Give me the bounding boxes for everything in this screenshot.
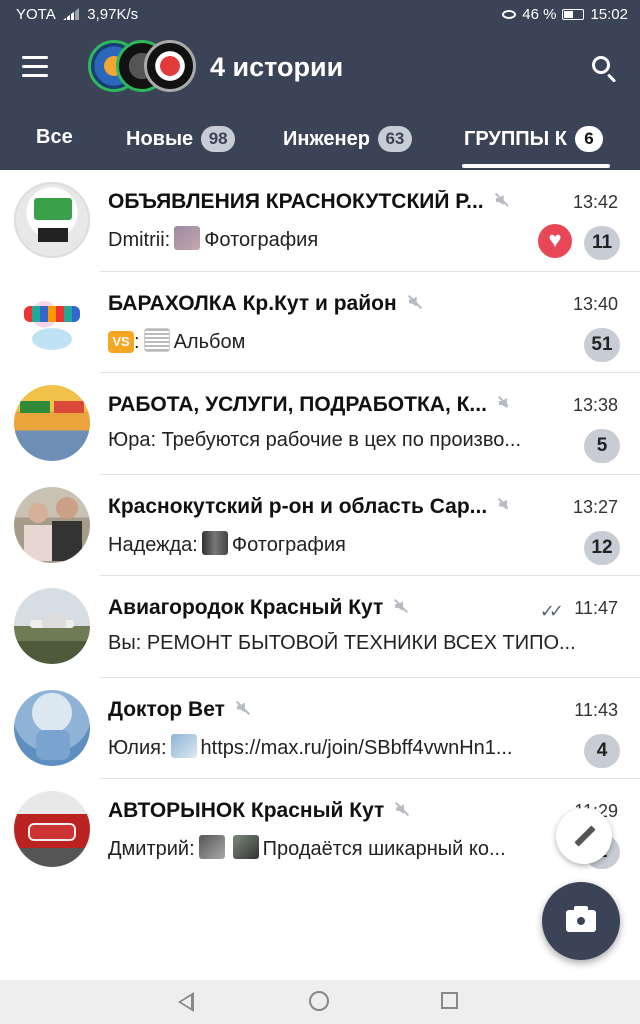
photo-thumbnail: [232, 835, 259, 859]
tab-all[interactable]: Все: [36, 126, 73, 149]
unread-badge: 5: [584, 429, 620, 463]
muted-icon: [393, 599, 407, 613]
vs-emoji-icon: VS: [108, 330, 134, 353]
chat-preview: Юра: Требуются рабочие в цех по произво.…: [108, 429, 522, 451]
unread-badge: 12: [584, 530, 620, 565]
chat-avatar: [14, 486, 90, 563]
photo-thumbnail: [170, 733, 197, 758]
heart-reaction-icon: [538, 224, 572, 258]
tab-engineer[interactable]: Инженер 63: [283, 126, 412, 152]
chat-name: БАРАХОЛКА Кр.Кут и район: [108, 292, 508, 316]
back-icon[interactable]: [178, 992, 194, 1012]
chat-time: 11:43: [574, 699, 618, 720]
chat-name: АВТОРЫНОК Красный Кут: [108, 799, 508, 823]
story-avatar[interactable]: [144, 40, 196, 92]
unread-badge: 51: [584, 327, 620, 362]
carrier-label: YOTA: [16, 6, 55, 23]
chat-time: 13:42: [572, 192, 618, 212]
muted-icon: [497, 498, 508, 512]
unread-badge: 4: [584, 733, 620, 768]
chat-row[interactable]: ОБЪЯВЛЕНИЯ КРАСНОКУТСКИЙ Р... 13:42 Dmit…: [0, 170, 640, 272]
chat-row[interactable]: БАРАХОЛКА Кр.Кут и район 13:40 VS: Альбом…: [0, 272, 640, 373]
system-nav-bar: [0, 980, 640, 1024]
photo-thumbnail: [198, 835, 225, 859]
chat-preview: Дмитрий: Продаётся шикарный ко...: [108, 835, 578, 861]
folder-tabs: Все Новые 98 Инженер 63 ГРУППЫ К 6: [0, 120, 640, 170]
chat-row[interactable]: АВТОРЫНОК Красный Кут 11:29 Дмитрий:Прод…: [0, 779, 640, 881]
stories-strip[interactable]: [88, 40, 198, 96]
hamburger-menu-icon[interactable]: [22, 56, 54, 82]
tab-new[interactable]: Новые 98: [126, 126, 236, 152]
photo-thumbnail: [174, 226, 201, 250]
app-header: 4 истории: [0, 30, 640, 110]
read-checkmarks-icon: ✓✓: [539, 601, 564, 621]
recent-apps-icon[interactable]: [441, 992, 458, 1009]
chat-avatar: [14, 588, 90, 664]
tab-label: Все: [36, 126, 73, 148]
tab-label: Инженер: [283, 127, 370, 150]
chat-name: РАБОТА, УСЛУГИ, ПОДРАБОТКА, К...: [108, 393, 508, 417]
chat-row[interactable]: РАБОТА, УСЛУГИ, ПОДРАБОТКА, К... 13:38 Ю…: [0, 373, 640, 475]
chat-row[interactable]: Авиагородок Красный Кут ✓✓ 11:47 Вы: РЕМ…: [0, 576, 640, 678]
chat-name: Краснокутский р-он и область Сар...: [108, 495, 508, 519]
photo-thumbnail: [201, 530, 228, 555]
camera-icon[interactable]: [542, 882, 620, 960]
chat-time: 13:38: [572, 395, 618, 415]
search-icon[interactable]: [590, 54, 620, 84]
album-thumbnail: [143, 327, 170, 352]
stories-title[interactable]: 4 истории: [210, 52, 343, 83]
eye-comfort-icon: [502, 10, 517, 19]
chat-preview: Юлия: https://max.ru/join/SBbff4vwnHn1...: [108, 733, 578, 760]
tab-label: Новые: [126, 127, 194, 150]
muted-icon: [235, 701, 249, 715]
chat-time: 13:27: [572, 496, 618, 517]
chat-preview: Вы: РЕМОНТ БЫТОВОЙ ТЕХНИКИ ВСЕХ ТИПО...: [108, 632, 576, 654]
home-icon[interactable]: [309, 991, 329, 1011]
chat-avatar: [14, 385, 90, 461]
chat-avatar: [14, 791, 90, 867]
chat-row[interactable]: Доктор Вет 11:43 Юлия: https://max.ru/joi…: [0, 678, 640, 779]
chat-preview: Dmitrii: Фотография: [108, 226, 578, 252]
chat-name: ОБЪЯВЛЕНИЯ КРАСНОКУТСКИЙ Р...: [108, 190, 508, 214]
tab-badge: 98: [201, 126, 236, 152]
compose-pencil-icon[interactable]: [556, 808, 612, 864]
battery-icon: [562, 9, 585, 20]
tab-label: ГРУППЫ К: [464, 127, 567, 150]
chat-row[interactable]: Краснокутский р-он и область Сар... 13:2…: [0, 475, 640, 576]
muted-icon: [407, 295, 421, 309]
tab-badge: 63: [377, 126, 412, 152]
chat-avatar: [14, 182, 90, 258]
chat-preview: Надежда: Фотография: [108, 530, 578, 557]
network-speed: 3,97K/s: [87, 6, 139, 23]
chat-list: ОБЪЯВЛЕНИЯ КРАСНОКУТСКИЙ Р... 13:42 Dmit…: [0, 170, 640, 881]
chat-preview: VS: Альбом: [108, 327, 578, 354]
tab-badge: 6: [574, 126, 603, 152]
battery-percent: 46 %: [522, 6, 557, 23]
tab-groups[interactable]: ГРУППЫ К 6: [464, 126, 603, 152]
muted-icon: [494, 193, 508, 207]
muted-icon: [497, 396, 508, 410]
clock: 15:02: [590, 6, 628, 23]
active-tab-indicator: [462, 164, 610, 168]
muted-icon: [394, 802, 408, 816]
chat-avatar: [14, 689, 90, 766]
signal-icon: [63, 8, 80, 20]
chat-name: Доктор Вет: [108, 698, 508, 722]
unread-badge: 11: [584, 226, 620, 260]
top-bar: YOTA 3,97K/s 46 % 15:02 4 истории Все Но…: [0, 0, 640, 170]
chat-time: 11:47: [574, 598, 618, 618]
status-bar: YOTA 3,97K/s 46 % 15:02: [0, 0, 640, 30]
chat-avatar: [14, 283, 90, 360]
chat-name: Авиагородок Красный Кут: [108, 596, 508, 620]
chat-time: 13:40: [572, 293, 618, 314]
